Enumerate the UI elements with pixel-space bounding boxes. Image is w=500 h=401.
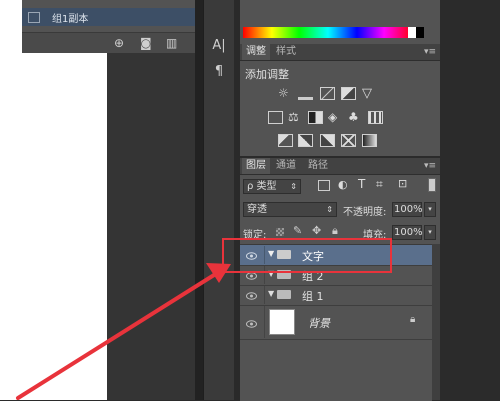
annotation-arrow xyxy=(16,263,231,400)
